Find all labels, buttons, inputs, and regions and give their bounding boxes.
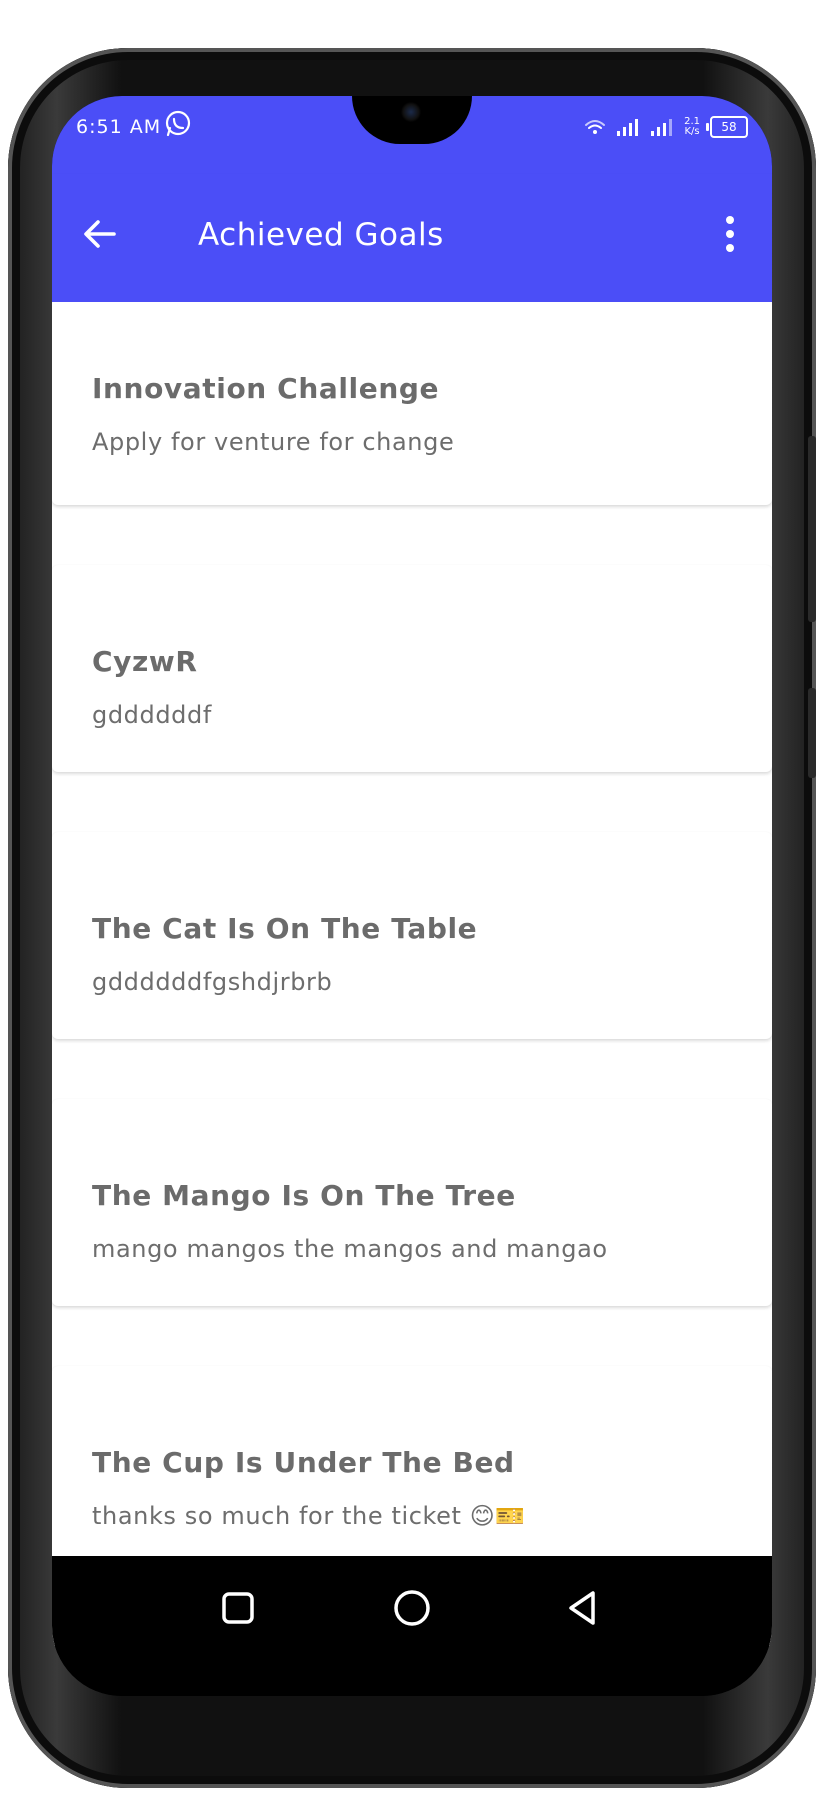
signal-icon bbox=[651, 119, 673, 136]
wifi-icon bbox=[585, 120, 606, 134]
goal-card[interactable]: Innovation Challenge Apply for venture f… bbox=[52, 302, 772, 505]
goal-card[interactable]: CyzwR gddddddf bbox=[52, 565, 772, 772]
arrow-left-icon[interactable] bbox=[78, 212, 122, 256]
battery-icon: 58 bbox=[706, 116, 748, 138]
page-title: Achieved Goals bbox=[198, 217, 444, 253]
status-bar: 6:51 AM 2.1 K/s 58 bbox=[52, 96, 772, 174]
goal-card[interactable]: The Cat Is On The Table gddddddfgshdjrbr… bbox=[52, 832, 772, 1039]
circle-home-icon[interactable] bbox=[390, 1586, 434, 1630]
goal-title: The Cat Is On The Table bbox=[92, 912, 478, 945]
square-recents-icon[interactable] bbox=[216, 1586, 260, 1630]
power-button bbox=[808, 688, 816, 778]
goal-description: gddddddf bbox=[92, 701, 212, 729]
status-time: 6:51 AM bbox=[76, 116, 162, 138]
goal-card[interactable]: The Mango Is On The Tree mango mangos th… bbox=[52, 1099, 772, 1306]
network-speed-unit: K/s bbox=[684, 126, 700, 137]
goal-description: thanks so much for the ticket 😊🎫 bbox=[92, 1502, 526, 1530]
signal-icon bbox=[617, 119, 639, 136]
triangle-back-icon[interactable] bbox=[562, 1586, 606, 1630]
more-vertical-icon[interactable] bbox=[708, 210, 752, 258]
phone-screen: 6:51 AM 2.1 K/s 58 Achieved Goals Innova… bbox=[52, 96, 772, 1696]
volume-button bbox=[808, 436, 816, 622]
goal-title: The Cup Is Under The Bed bbox=[92, 1446, 515, 1479]
goal-description: Apply for venture for change bbox=[92, 428, 455, 456]
network-speed: 2.1 K/s bbox=[684, 117, 700, 137]
whatsapp-icon bbox=[165, 110, 191, 137]
status-icons: 2.1 K/s 58 bbox=[584, 112, 748, 142]
camera-lens bbox=[399, 100, 423, 124]
battery-level: 58 bbox=[721, 120, 737, 134]
app-bar: Achieved Goals bbox=[52, 174, 772, 302]
goals-list: Innovation Challenge Apply for venture f… bbox=[52, 302, 772, 1646]
goal-title: CyzwR bbox=[92, 645, 198, 678]
goal-title: Innovation Challenge bbox=[92, 372, 440, 405]
goal-description: mango mangos the mangos and mangao bbox=[92, 1235, 608, 1263]
goal-description: gddddddfgshdjrbrb bbox=[92, 968, 333, 996]
goal-title: The Mango Is On The Tree bbox=[92, 1179, 516, 1212]
goal-card[interactable]: The Cup Is Under The Bed thanks so much … bbox=[52, 1366, 772, 1573]
